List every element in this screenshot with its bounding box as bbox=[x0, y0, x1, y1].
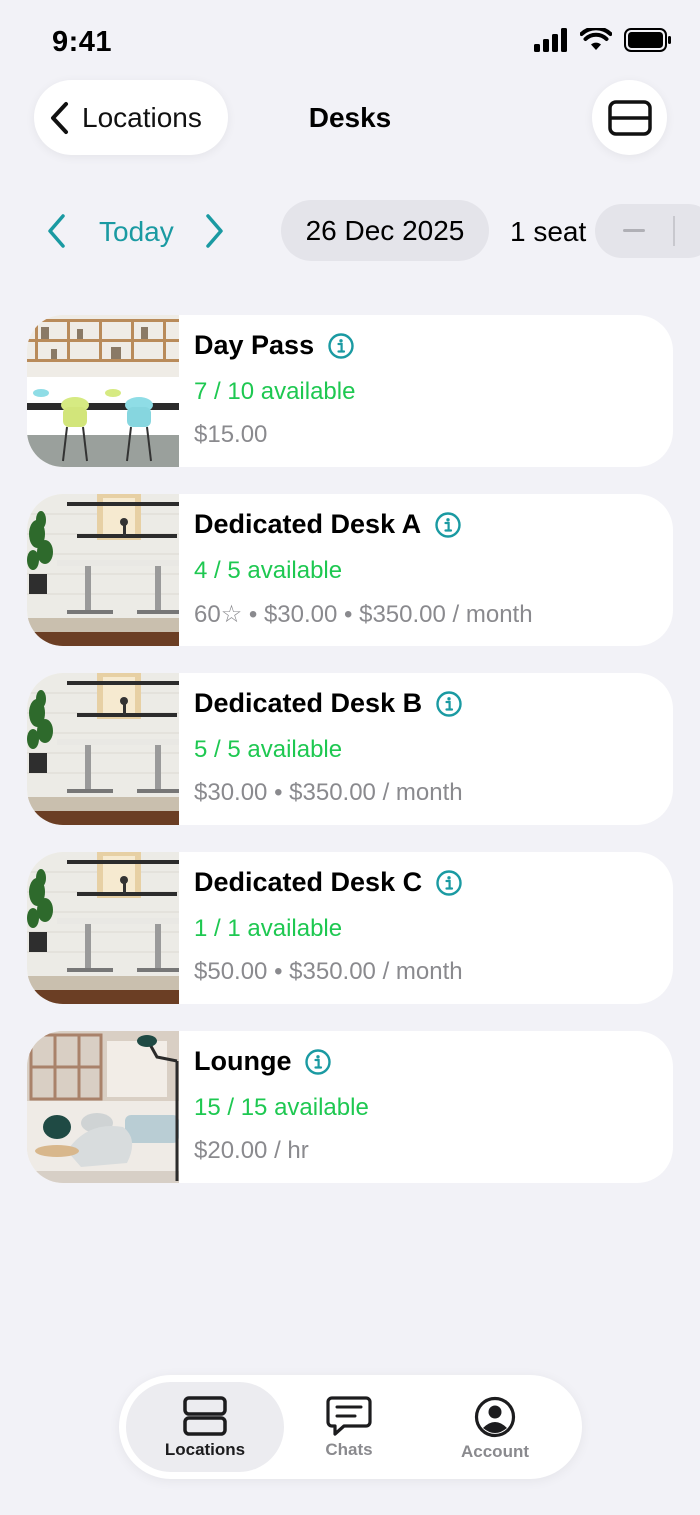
next-day-button[interactable] bbox=[201, 213, 227, 249]
info-icon[interactable] bbox=[436, 690, 462, 717]
availability-text: 7 / 10 available bbox=[194, 378, 356, 405]
desk-title: Dedicated Desk B bbox=[194, 688, 423, 718]
desk-card-lounge[interactable]: Lounge 15 / 15 available $20.00 / hr bbox=[27, 1031, 673, 1183]
availability-text: 5 / 5 available bbox=[194, 736, 343, 763]
desk-photo bbox=[27, 494, 179, 646]
desk-photo bbox=[27, 852, 179, 1004]
signal-icon bbox=[534, 28, 567, 52]
info-icon[interactable] bbox=[305, 1048, 332, 1075]
previous-day-button[interactable] bbox=[44, 213, 70, 249]
desk-photo bbox=[27, 1031, 179, 1183]
desk-title: Dedicated Desk A bbox=[194, 509, 422, 539]
tab-label: Locations bbox=[164, 1440, 246, 1459]
availability-text: 1 / 1 available bbox=[194, 915, 343, 942]
desk-title-row: Dedicated Desk C bbox=[194, 867, 462, 898]
desk-title-row: Dedicated Desk B bbox=[194, 688, 462, 719]
view-toggle-button[interactable] bbox=[592, 80, 667, 155]
card-view-icon bbox=[607, 99, 652, 136]
tab-label: Chats bbox=[325, 1440, 373, 1459]
battery-icon bbox=[624, 28, 671, 52]
tab-locations[interactable]: Locations bbox=[126, 1382, 284, 1472]
desk-card-dedicated-a[interactable]: Dedicated Desk A 4 / 5 available 60☆ • $… bbox=[27, 494, 673, 646]
seat-count: 1 seat bbox=[510, 216, 587, 247]
desk-title: Day Pass bbox=[194, 330, 315, 360]
desk-card-day-pass[interactable]: Day Pass 7 / 10 available $15.00 bbox=[27, 315, 673, 467]
tab-account[interactable]: Account bbox=[416, 1382, 574, 1472]
desk-photo bbox=[27, 315, 179, 467]
date-picker[interactable]: 26 Dec 2025 bbox=[281, 200, 489, 261]
price-text: $15.00 bbox=[194, 421, 268, 448]
availability-text: 15 / 15 available bbox=[194, 1094, 369, 1121]
price-text: $30.00 • $350.00 / month bbox=[194, 779, 463, 806]
status-bar: 9:41 bbox=[0, 0, 700, 80]
desk-title: Lounge bbox=[194, 1046, 292, 1076]
stepper-divider bbox=[673, 216, 675, 246]
info-icon[interactable] bbox=[436, 869, 462, 896]
price-text: $50.00 • $350.00 / month bbox=[194, 958, 463, 985]
tab-label: Account bbox=[461, 1442, 529, 1461]
account-icon bbox=[474, 1396, 516, 1438]
desk-title-row: Day Pass bbox=[194, 330, 354, 361]
info-icon[interactable] bbox=[328, 332, 354, 359]
seat-stepper[interactable] bbox=[595, 204, 700, 258]
desk-photo bbox=[27, 673, 179, 825]
navigation-bar: Locations Desks bbox=[0, 80, 700, 158]
today-button[interactable]: Today bbox=[99, 216, 174, 248]
desk-card-dedicated-b[interactable]: Dedicated Desk B 5 / 5 available $30.00 … bbox=[27, 673, 673, 825]
status-icons bbox=[534, 28, 672, 52]
desk-card-dedicated-c[interactable]: Dedicated Desk C 1 / 1 available $50.00 … bbox=[27, 852, 673, 1004]
availability-text: 4 / 5 available bbox=[194, 557, 343, 584]
tab-bar: Locations Chats Account bbox=[119, 1375, 582, 1479]
decrement-seat-button[interactable] bbox=[623, 229, 645, 232]
tab-chats[interactable]: Chats bbox=[270, 1382, 428, 1472]
date-selector: Today 26 Dec 2025 1 seat bbox=[0, 200, 700, 262]
wifi-icon bbox=[580, 28, 612, 50]
price-text: 60☆ • $30.00 • $350.00 / month bbox=[194, 601, 533, 628]
price-text: $20.00 / hr bbox=[194, 1137, 309, 1164]
chat-icon bbox=[326, 1396, 372, 1436]
status-time: 9:41 bbox=[52, 26, 113, 58]
desk-title-row: Dedicated Desk A bbox=[194, 509, 461, 540]
desk-title: Dedicated Desk C bbox=[194, 867, 423, 897]
info-icon[interactable] bbox=[435, 511, 461, 538]
desk-title-row: Lounge bbox=[194, 1046, 332, 1077]
locations-icon bbox=[183, 1396, 227, 1436]
